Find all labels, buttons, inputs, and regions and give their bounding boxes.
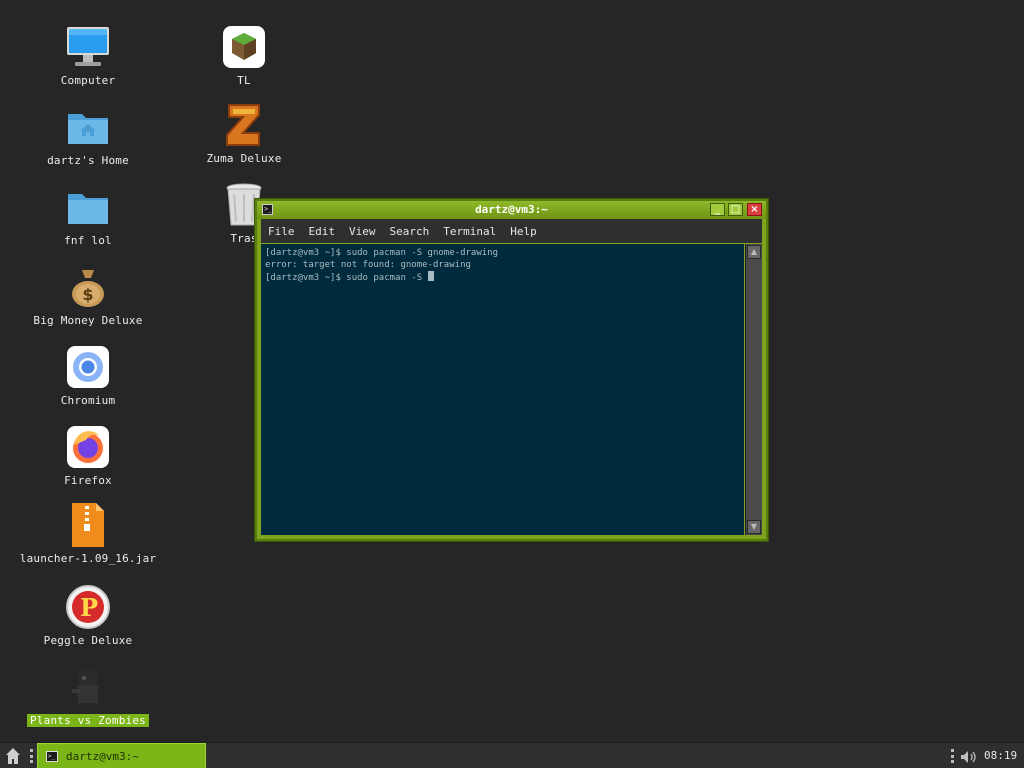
maximize-button[interactable]: □ — [728, 203, 743, 216]
text-cursor — [427, 271, 434, 281]
desktop-icon-firefox[interactable]: Firefox — [13, 424, 163, 487]
panel-grip-icon[interactable] — [30, 749, 33, 763]
peggle-icon: P — [65, 584, 111, 630]
desktop-icon-label: Firefox — [64, 474, 112, 487]
firefox-icon — [65, 424, 111, 470]
terminal-scrollbar[interactable]: ▲ ▼ — [745, 244, 762, 535]
taskbar-panel: >_ dartz@vm3:~ 08:19 — [0, 742, 1024, 768]
plants-vs-zombies-icon — [65, 664, 111, 710]
desktop-icon-label: Zuma Deluxe — [206, 152, 282, 165]
scroll-up-arrow-icon[interactable]: ▲ — [747, 245, 761, 259]
terminal-prompt-line: [dartz@vm3 ~]$ sudo pacman -S — [265, 273, 428, 283]
minimize-button[interactable]: _ — [710, 203, 725, 216]
terminal-line: error: target not found: gnome-drawing — [265, 260, 471, 270]
desktop-icon-launcher-jar[interactable]: launcher-1.09_16.jar — [13, 502, 163, 565]
terminal-line: [dartz@vm3 ~]$ sudo pacman -S gnome-draw… — [265, 248, 498, 258]
desktop-icon-label: Big Money Deluxe — [33, 314, 143, 327]
terminal-titlebar[interactable]: >_ dartz@vm3:~ _ □ × — [257, 201, 766, 219]
taskbar-item-terminal[interactable]: >_ dartz@vm3:~ — [37, 743, 206, 768]
desktop-icon-big-money[interactable]: $ Big Money Deluxe — [13, 264, 163, 327]
computer-icon — [65, 24, 111, 70]
desktop-icon-label: TL — [237, 74, 251, 87]
close-button[interactable]: × — [747, 203, 762, 216]
desktop-icon-label: Chromium — [60, 394, 116, 407]
volume-icon[interactable] — [960, 749, 978, 763]
menu-file[interactable]: File — [268, 225, 295, 238]
window-title: dartz@vm3:~ — [475, 203, 548, 216]
menu-edit[interactable]: Edit — [309, 225, 336, 238]
desktop-icon-label: Peggle Deluxe — [43, 634, 133, 647]
terminal-window[interactable]: >_ dartz@vm3:~ _ □ × File Edit View Sear… — [255, 199, 768, 541]
home-icon — [6, 748, 20, 764]
desktop-icon-label: dartz's Home — [47, 154, 129, 167]
jar-archive-icon — [65, 502, 111, 548]
menu-help[interactable]: Help — [510, 225, 537, 238]
terminal-output[interactable]: [dartz@vm3 ~]$ sudo pacman -S gnome-draw… — [261, 244, 744, 535]
svg-text:$: $ — [82, 285, 93, 304]
desktop-icon-label: Plants vs Zombies — [27, 714, 149, 727]
money-bag-icon: $ — [65, 264, 111, 310]
menu-view[interactable]: View — [349, 225, 376, 238]
chromium-icon — [65, 344, 111, 390]
tl-launcher-icon — [221, 24, 267, 70]
desktop-icon-tl[interactable]: TL — [169, 24, 319, 87]
app-menu-button[interactable] — [4, 746, 22, 766]
desktop-icon-label: fnf lol — [64, 234, 112, 247]
desktop-icon-label: launcher-1.09_16.jar — [19, 552, 157, 565]
menu-search[interactable]: Search — [390, 225, 430, 238]
panel-grip-icon[interactable] — [951, 749, 954, 763]
scroll-down-arrow-icon[interactable]: ▼ — [747, 520, 761, 534]
desktop-icon-plants-vs-zombies[interactable]: Plants vs Zombies — [13, 664, 163, 727]
desktop-icon-computer[interactable]: Computer — [13, 24, 163, 87]
svg-text:P: P — [80, 593, 98, 622]
taskbar-item-label: dartz@vm3:~ — [66, 749, 139, 763]
terminal-menubar: File Edit View Search Terminal Help — [261, 219, 762, 243]
desktop-icon-fnf-lol[interactable]: fnf lol — [13, 184, 163, 247]
zuma-icon — [221, 102, 267, 148]
desktop-icon-label: Computer — [60, 74, 116, 87]
clock[interactable]: 08:19 — [984, 749, 1017, 762]
terminal-icon: >_ — [46, 750, 58, 762]
home-folder-icon — [65, 104, 111, 150]
menu-terminal[interactable]: Terminal — [443, 225, 496, 238]
desktop-icon-home[interactable]: dartz's Home — [13, 104, 163, 167]
desktop-icon-chromium[interactable]: Chromium — [13, 344, 163, 407]
folder-icon — [65, 184, 111, 230]
desktop-icon-zuma[interactable]: Zuma Deluxe — [169, 102, 319, 165]
desktop-icon-peggle[interactable]: P Peggle Deluxe — [13, 584, 163, 647]
